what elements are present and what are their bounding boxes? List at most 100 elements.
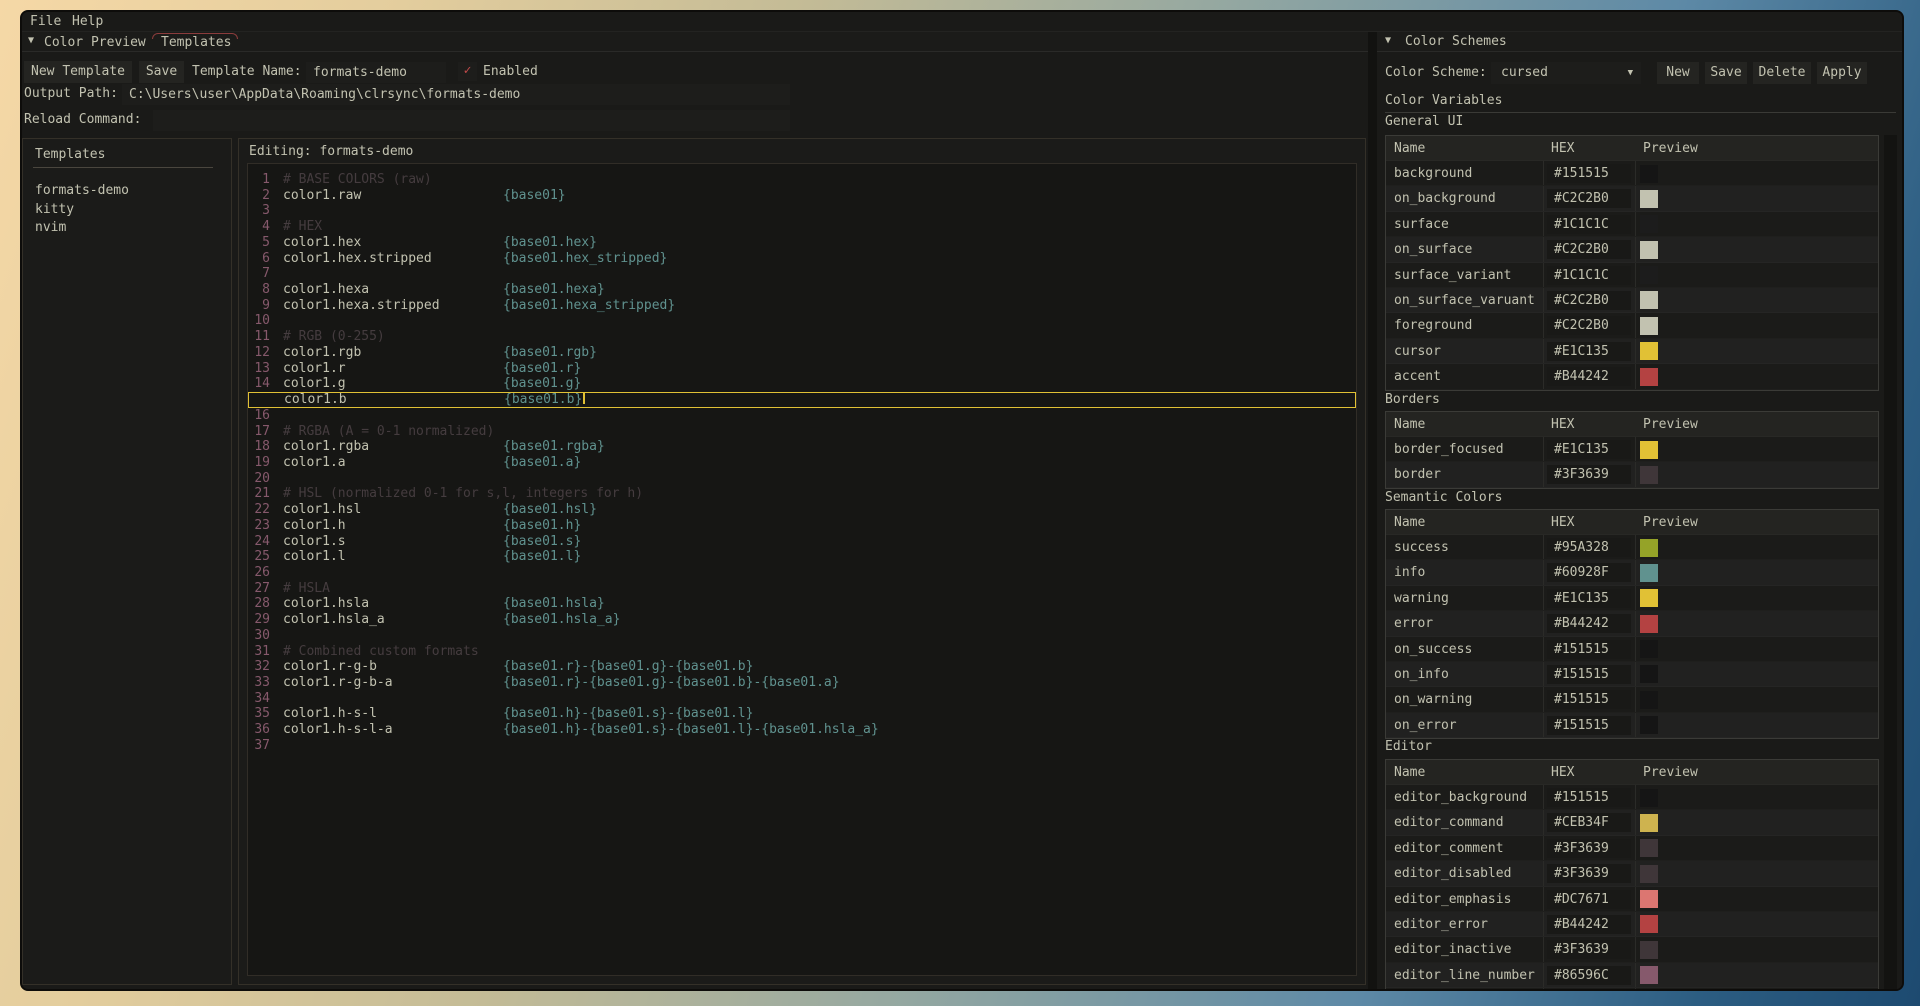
color-swatch[interactable]	[1640, 640, 1658, 658]
color-swatch[interactable]	[1640, 716, 1658, 734]
dock-splitter[interactable]	[1368, 32, 1377, 991]
color-swatch[interactable]	[1640, 691, 1658, 709]
hex-input[interactable]: #151515	[1547, 716, 1631, 735]
color-swatch[interactable]	[1640, 241, 1658, 259]
template-editor[interactable]: 1# BASE COLORS (raw)2color1.raw{base01}3…	[247, 163, 1357, 976]
hex-input[interactable]: #151515	[1547, 690, 1631, 709]
hex-input[interactable]: #151515	[1547, 788, 1631, 807]
hex-input[interactable]: #E1C135	[1547, 589, 1631, 608]
hex-input[interactable]: #B44242	[1547, 614, 1631, 633]
hex-input[interactable]: #C2C2B0	[1547, 291, 1631, 310]
editor-line[interactable]: 14color1.g{base01.g}	[248, 376, 1356, 392]
collapse-icon[interactable]: ▼	[28, 35, 34, 46]
editor-line[interactable]: 11# RGB (0-255)	[248, 329, 1356, 345]
color-swatch[interactable]	[1640, 215, 1658, 233]
editor-line[interactable]: 8color1.hexa{base01.hexa}	[248, 282, 1356, 298]
color-swatch[interactable]	[1640, 814, 1658, 832]
save-button[interactable]: Save	[139, 61, 184, 83]
hex-input[interactable]: #B44242	[1547, 915, 1631, 934]
color-swatch[interactable]	[1640, 589, 1658, 607]
editor-line[interactable]: 36color1.h-s-l-a{base01.h}-{base01.s}-{b…	[248, 722, 1356, 738]
hex-input[interactable]: #1C1C1C	[1547, 266, 1631, 285]
editor-line[interactable]: 23color1.h{base01.h}	[248, 518, 1356, 534]
hex-input[interactable]: #DC7671	[1547, 890, 1631, 909]
editor-line[interactable]: 22color1.hsl{base01.hsl}	[248, 502, 1356, 518]
editor-line[interactable]: 34	[248, 691, 1356, 707]
color-swatch[interactable]	[1640, 839, 1658, 857]
color-swatch[interactable]	[1640, 342, 1658, 360]
editor-line[interactable]: 18color1.rgba{base01.rgba}	[248, 439, 1356, 455]
new-scheme-button[interactable]: New	[1657, 62, 1699, 84]
color-swatch[interactable]	[1640, 441, 1658, 459]
color-swatch[interactable]	[1640, 368, 1658, 386]
template-list-item[interactable]: kitty	[35, 201, 215, 219]
menu-help[interactable]: Help	[68, 14, 107, 30]
reload-command-input[interactable]	[153, 110, 790, 131]
color-swatch[interactable]	[1640, 317, 1658, 335]
color-swatch[interactable]	[1640, 539, 1658, 557]
color-swatch[interactable]	[1640, 966, 1658, 984]
hex-input[interactable]: #CEB34F	[1547, 813, 1631, 832]
collapse-icon[interactable]: ▼	[1385, 35, 1391, 46]
hex-input[interactable]: #E1C135	[1547, 342, 1631, 361]
editor-line[interactable]: 30	[248, 628, 1356, 644]
editor-line[interactable]: 32color1.r-g-b{base01.r}-{base01.g}-{bas…	[248, 659, 1356, 675]
hex-input[interactable]: #B44242	[1547, 367, 1631, 386]
enabled-checkbox[interactable]: ✓	[458, 62, 477, 81]
hex-input[interactable]: #C2C2B0	[1547, 189, 1631, 208]
editor-line[interactable]: 37	[248, 738, 1356, 754]
color-scheme-select[interactable]: cursed ▼	[1491, 62, 1641, 84]
hex-input[interactable]: #3F3639	[1547, 839, 1631, 858]
editor-line[interactable]: 21# HSL (normalized 0-1 for s,l, integer…	[248, 486, 1356, 502]
editor-line[interactable]: 17# RGBA (A = 0-1 normalized)	[248, 424, 1356, 440]
editor-line[interactable]: 19color1.a{base01.a}	[248, 455, 1356, 471]
editor-line[interactable]: 10	[248, 313, 1356, 329]
editor-line[interactable]: 7	[248, 266, 1356, 282]
hex-input[interactable]: #151515	[1547, 164, 1631, 183]
editor-line[interactable]: 5color1.hex{base01.hex}	[248, 235, 1356, 251]
color-swatch[interactable]	[1640, 190, 1658, 208]
hex-input[interactable]: #1C1C1C	[1547, 215, 1631, 234]
apply-scheme-button[interactable]: Apply	[1817, 62, 1867, 84]
save-scheme-button[interactable]: Save	[1705, 62, 1747, 84]
hex-input[interactable]: #151515	[1547, 640, 1631, 659]
editor-line[interactable]: 13color1.r{base01.r}	[248, 361, 1356, 377]
editor-line[interactable]: 9color1.hexa.stripped{base01.hexa_stripp…	[248, 298, 1356, 314]
editor-line[interactable]: 4# HEX	[248, 219, 1356, 235]
editor-line[interactable]: 29color1.hsla_a{base01.hsla_a}	[248, 612, 1356, 628]
editor-line[interactable]: 28color1.hsla{base01.hsla}	[248, 596, 1356, 612]
hex-input[interactable]: #3F3639	[1547, 864, 1631, 883]
hex-input[interactable]: #151515	[1547, 665, 1631, 684]
hex-input[interactable]: #3F3639	[1547, 940, 1631, 959]
hex-input[interactable]: #60928F	[1547, 563, 1631, 582]
editor-line[interactable]: 2color1.raw{base01}	[248, 188, 1356, 204]
editor-line[interactable]: 25color1.l{base01.l}	[248, 549, 1356, 565]
editor-line[interactable]: 31# Combined custom formats	[248, 644, 1356, 660]
color-swatch[interactable]	[1640, 564, 1658, 582]
editor-line[interactable]: 6color1.hex.stripped{base01.hex_stripped…	[248, 251, 1356, 267]
editor-line[interactable]: 20	[248, 471, 1356, 487]
color-swatch[interactable]	[1640, 789, 1658, 807]
menu-file[interactable]: File	[26, 14, 65, 30]
editor-line[interactable]: 12color1.rgb{base01.rgb}	[248, 345, 1356, 361]
editor-line[interactable]: 27# HSLA	[248, 581, 1356, 597]
color-swatch[interactable]	[1640, 890, 1658, 908]
color-swatch[interactable]	[1640, 291, 1658, 309]
editor-line[interactable]: 3	[248, 203, 1356, 219]
hex-input[interactable]: #C2C2B0	[1547, 240, 1631, 259]
tab-color-schemes[interactable]: Color Schemes	[1405, 34, 1507, 49]
editor-line[interactable]: 1# BASE COLORS (raw)	[248, 172, 1356, 188]
color-swatch[interactable]	[1640, 466, 1658, 484]
hex-input[interactable]: #3F3639	[1547, 465, 1631, 484]
color-swatch[interactable]	[1640, 941, 1658, 959]
editor-line-selected[interactable]: color1.b{base01.b}	[248, 392, 1356, 408]
color-swatch[interactable]	[1640, 915, 1658, 933]
hex-input[interactable]: #95A328	[1547, 538, 1631, 557]
delete-scheme-button[interactable]: Delete	[1753, 62, 1811, 84]
hex-input[interactable]: #C2C2B0	[1547, 316, 1631, 335]
color-swatch[interactable]	[1640, 865, 1658, 883]
template-name-input[interactable]: formats-demo	[306, 62, 446, 83]
color-swatch[interactable]	[1640, 615, 1658, 633]
template-list-item[interactable]: nvim	[35, 219, 215, 237]
hex-input[interactable]: #86596C	[1547, 966, 1631, 985]
